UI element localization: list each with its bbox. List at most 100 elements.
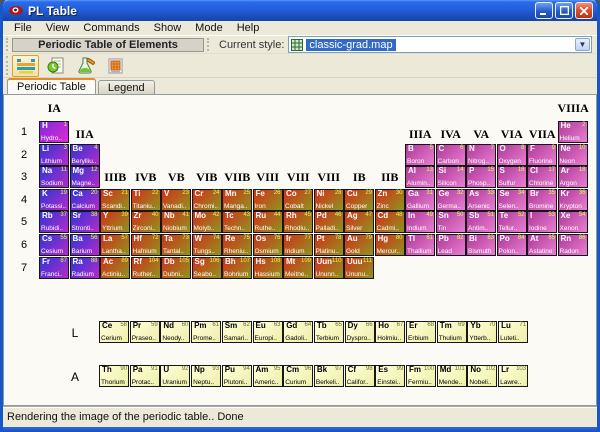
element-cell-sm[interactable]: Sm62Samari.. [222,321,252,343]
element-cell-sc[interactable]: Sc21Scandi.. [100,189,130,211]
element-cell-in[interactable]: In49Indium [405,211,435,233]
element-cell-am[interactable]: Am95Americ.. [253,365,283,387]
element-cell-nd[interactable]: Nd60Neody.. [160,321,190,343]
element-cell-ru[interactable]: Ru44Ruthe.. [253,211,283,233]
element-cell-ce[interactable]: Ce58Cerium [99,321,129,343]
element-cell-bh[interactable]: Bh107Bohrium [222,257,252,279]
element-cell-ar[interactable]: Ar18Argon [558,166,588,188]
element-cell-sn[interactable]: Sn50Tin [436,211,466,233]
element-cell-au[interactable]: Au79Gold [344,234,374,256]
element-cell-rn[interactable]: Rn86Radon [558,234,588,256]
element-cell-tm[interactable]: Tm69Thulium [437,321,467,343]
element-cell-rh[interactable]: Rh45Rhodiu.. [283,211,313,233]
element-cell-cm[interactable]: Cm96Curium [283,365,313,387]
element-cell-co[interactable]: Co27Cobalt [283,189,313,211]
element-cell-k[interactable]: K19Potassi.. [39,189,69,211]
toolbar-grip-handle[interactable] [207,38,210,52]
element-cell-tl[interactable]: Tl81Thallium [405,234,435,256]
element-cell-mt[interactable]: Mt109Meitne.. [283,257,313,279]
element-cell-u[interactable]: U92Uranium [160,365,190,387]
element-cell-md[interactable]: Md101Mende.. [437,365,467,387]
element-cell-te[interactable]: Te52Tellur.. [497,211,527,233]
element-cell-fe[interactable]: Fe26Iron [253,189,283,211]
element-cell-eu[interactable]: Eu63Europi.. [253,321,283,343]
element-cell-nb[interactable]: Nb41Niobium [161,211,191,233]
element-cell-bi[interactable]: Bi83Bismuth [466,234,496,256]
element-cell-w[interactable]: W74Tungs.. [192,234,222,256]
element-cell-i[interactable]: I53Iodine [527,211,557,233]
element-cell-rf[interactable]: Rf104Ruther.. [131,257,161,279]
element-cell-n[interactable]: N7Nitrog.. [466,144,496,166]
element-cell-po[interactable]: Po84Polon.. [497,234,527,256]
menu-item-commands[interactable]: Commands [76,21,146,35]
element-cell-ho[interactable]: Ho67Holmiu.. [375,321,405,343]
element-cell-si[interactable]: Si14Silicon [436,166,466,188]
element-cell-ra[interactable]: Ra88Radium [70,257,100,279]
element-cell-ne[interactable]: Ne10Neon [558,144,588,166]
element-cell-al[interactable]: Al13Alumin.. [405,166,435,188]
element-cell-cd[interactable]: Cd48Cadmi.. [375,211,405,233]
element-cell-hs[interactable]: Hs108Hassium [253,257,283,279]
element-cell-mg[interactable]: Mg12Magne.. [70,166,100,188]
element-cell-zr[interactable]: Zr40Zirconi.. [131,211,161,233]
chemistry-lab-button[interactable] [72,55,99,77]
element-cell-pu[interactable]: Pu94Plutoni.. [222,365,252,387]
element-cell-lu[interactable]: Lu71Luteti.. [498,321,528,343]
element-cell-uun[interactable]: Uun110Ununn.. [314,257,344,279]
element-cell-cl[interactable]: Cl17Chlorine [527,166,557,188]
menu-item-help[interactable]: Help [230,21,267,35]
element-cell-dy[interactable]: Dy66Dyspro.. [345,321,375,343]
element-cell-cf[interactable]: Cf98Califor.. [345,365,375,387]
element-cell-yb[interactable]: Yb70Ytterb.. [467,321,497,343]
element-cell-ta[interactable]: Ta73Tantal.. [161,234,191,256]
element-cell-mo[interactable]: Mo42Molyb.. [192,211,222,233]
style-combobox[interactable]: classic-grad.map ▼ [288,36,592,53]
minimize-button[interactable] [535,2,553,19]
element-cell-hf[interactable]: Hf72Hafnium [131,234,161,256]
element-cell-es[interactable]: Es99Einstei.. [375,365,405,387]
element-cell-pm[interactable]: Pm61Prome.. [191,321,221,343]
menu-item-file[interactable]: File [7,21,39,35]
element-cell-db[interactable]: Db105Dubni.. [161,257,191,279]
element-cell-cs[interactable]: Cs55Cesium [39,234,69,256]
element-cell-pb[interactable]: Pb82Lead [436,234,466,256]
element-cell-ba[interactable]: Ba56Barium [70,234,100,256]
element-cell-lr[interactable]: Lr103Lawre.. [498,365,528,387]
element-cell-y[interactable]: Y39Yttrium [100,211,130,233]
element-cell-na[interactable]: Na11Sodium [39,166,69,188]
element-cell-re[interactable]: Re75Rheniu.. [222,234,252,256]
element-card-button[interactable] [102,55,129,77]
element-cell-os[interactable]: Os76Osmium [253,234,283,256]
element-cell-b[interactable]: B5Boron [405,144,435,166]
element-cell-ir[interactable]: Ir77Iridium [283,234,313,256]
element-cell-ca[interactable]: Ca20Calcium [70,189,100,211]
element-cell-at[interactable]: At85Astatine [527,234,557,256]
element-cell-np[interactable]: Np93Neptu.. [191,365,221,387]
element-cell-be[interactable]: Be4Berylliu.. [70,144,100,166]
element-cell-th[interactable]: Th90Thorium [99,365,129,387]
element-cell-se[interactable]: Se34Selen.. [497,189,527,211]
element-cell-la[interactable]: La57Lantha.. [100,234,130,256]
toolbar-grip-handle[interactable] [6,56,9,74]
element-cell-as[interactable]: As33Arsenic [466,189,496,211]
element-cell-rb[interactable]: Rb37Rubidi.. [39,211,69,233]
element-cell-pt[interactable]: Pt78Platinu.. [314,234,344,256]
element-cell-zn[interactable]: Zn30Zinc [375,189,405,211]
element-cell-tc[interactable]: Tc43Techn.. [222,211,252,233]
element-cell-s[interactable]: S16Sulfur [497,166,527,188]
element-cell-ti[interactable]: Ti22Titaniu.. [131,189,161,211]
element-cell-sg[interactable]: Sg106Seabo.. [192,257,222,279]
combobox-dropdown-arrow[interactable]: ▼ [575,38,590,51]
element-cell-o[interactable]: O8Oxygen [497,144,527,166]
element-cell-h[interactable]: H1Hydro.. [39,121,69,143]
element-cell-pa[interactable]: Pa91Protac.. [130,365,160,387]
element-cell-ga[interactable]: Ga31Gallium [405,189,435,211]
element-cell-ac[interactable]: Ac89Actiniu.. [100,257,130,279]
menu-item-mode[interactable]: Mode [188,21,230,35]
element-cell-pd[interactable]: Pd46Palladi.. [314,211,344,233]
tab-periodic-table[interactable]: Periodic Table [7,78,96,94]
properties-report-button[interactable] [42,55,69,77]
element-cell-cu[interactable]: Cu29Copper [344,189,374,211]
close-button[interactable] [575,2,593,19]
element-cell-pr[interactable]: Pr59Praseo.. [130,321,160,343]
